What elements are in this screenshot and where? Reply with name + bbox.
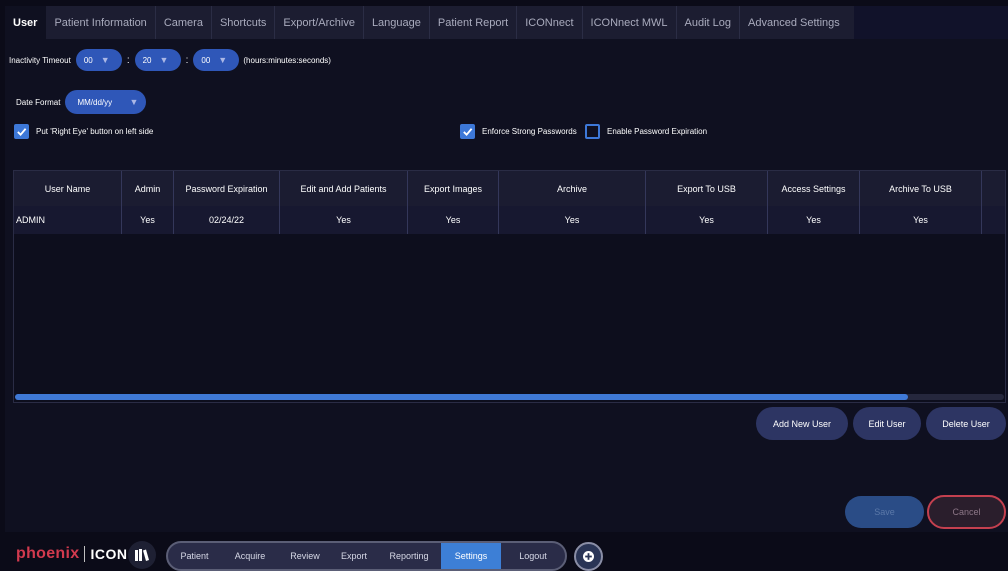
right-eye-option: Put 'Right Eye' button on left side (14, 124, 153, 139)
logo-divider (84, 546, 86, 562)
cell-filler (982, 206, 1005, 234)
password-expiration-option: Enable Password Expiration (585, 124, 707, 139)
book-icon[interactable] (128, 541, 156, 569)
tab-patient-information[interactable]: Patient Information (46, 6, 156, 39)
col-header-archive[interactable]: Archive (499, 171, 646, 206)
col-header-export-images[interactable]: Export Images (408, 171, 499, 206)
inactivity-hours-value: 00 (83, 55, 93, 65)
logo-product-text: ICON (90, 546, 128, 562)
tab-shortcuts[interactable]: Shortcuts (212, 6, 276, 39)
inactivity-minutes-select[interactable]: 20 ▼ (134, 49, 181, 71)
chevron-down-icon: ▼ (159, 55, 169, 65)
chevron-down-icon: ▼ (218, 55, 228, 65)
tab-camera[interactable]: Camera (156, 6, 212, 39)
settings-tab-bar: User Patient Information Camera Shortcut… (5, 6, 1008, 39)
cell-export-images[interactable]: Yes (408, 206, 499, 234)
nav-settings[interactable]: Settings (441, 543, 501, 569)
plus-circle-icon[interactable] (574, 542, 603, 571)
tab-iconnect-mwl[interactable]: ICONnect MWL (583, 6, 677, 39)
right-eye-checkbox[interactable] (14, 124, 29, 139)
tab-audit-log[interactable]: Audit Log (677, 6, 741, 39)
cell-access-settings[interactable]: Yes (768, 206, 860, 234)
col-header-filler (982, 171, 1005, 206)
tab-language[interactable]: Language (364, 6, 430, 39)
delete-user-button[interactable]: Delete User (926, 407, 1006, 440)
inactivity-seconds-value: 00 (201, 55, 211, 65)
tab-patient-report[interactable]: Patient Report (430, 6, 518, 39)
phoenix-icon-logo: phoenix ICON (16, 545, 127, 563)
time-separator: : (126, 54, 130, 66)
inactivity-timeout-row: Inactivity Timeout 00 ▼ : 20 ▼ : 00 ▼ (h… (9, 49, 331, 71)
inactivity-units-hint: (hours:minutes:seconds) (243, 55, 331, 65)
table-row[interactable]: ADMIN Yes 02/24/22 Yes Yes Yes Yes Yes Y… (14, 206, 1005, 234)
tab-advanced-settings[interactable]: Advanced Settings (740, 6, 848, 39)
col-header-export-to-usb[interactable]: Export To USB (646, 171, 768, 206)
strong-passwords-checkbox[interactable] (460, 124, 475, 139)
save-button[interactable]: Save (845, 496, 924, 528)
chevron-down-icon: ▼ (129, 97, 139, 107)
password-expiration-label: Enable Password Expiration (607, 127, 708, 136)
logo-brand-text: phoenix (16, 545, 80, 562)
check-icon (17, 128, 27, 137)
nav-export[interactable]: Export (331, 543, 377, 569)
book-icon-svg (135, 549, 149, 561)
date-format-label: Date Format (16, 97, 61, 107)
tab-iconnect[interactable]: ICONnect (517, 6, 583, 39)
chevron-down-icon: ▼ (100, 55, 110, 65)
col-header-admin[interactable]: Admin (122, 171, 174, 206)
tab-export-archive[interactable]: Export/Archive (275, 6, 364, 39)
col-header-password-expiration[interactable]: Password Expiration (174, 171, 280, 206)
col-header-access-settings[interactable]: Access Settings (768, 171, 860, 206)
col-header-edit-add-patients[interactable]: Edit and Add Patients (280, 171, 408, 206)
password-expiration-checkbox[interactable] (585, 124, 600, 139)
nav-reporting[interactable]: Reporting (377, 543, 441, 569)
add-new-user-button[interactable]: Add New User (756, 407, 848, 440)
plus-icon (583, 551, 594, 562)
users-table: User Name Admin Password Expiration Edit… (13, 170, 1006, 403)
cell-admin[interactable]: Yes (122, 206, 174, 234)
tab-bar-filler (853, 6, 1008, 39)
inactivity-timeout-label: Inactivity Timeout (9, 55, 71, 65)
nav-review[interactable]: Review (279, 543, 331, 569)
cell-archive-to-usb[interactable]: Yes (860, 206, 982, 234)
date-format-row: Date Format MM/dd/yy ▼ (16, 90, 147, 114)
nav-logout[interactable]: Logout (501, 543, 565, 569)
check-icon (463, 128, 473, 137)
cell-export-to-usb[interactable]: Yes (646, 206, 768, 234)
time-separator: : (185, 54, 189, 66)
nav-acquire[interactable]: Acquire (221, 543, 279, 569)
cell-password-expiration[interactable]: 02/24/22 (174, 206, 280, 234)
inactivity-minutes-value: 20 (142, 55, 152, 65)
scrollbar-thumb[interactable] (15, 394, 908, 400)
table-header: User Name Admin Password Expiration Edit… (14, 171, 1005, 206)
horizontal-scrollbar[interactable] (15, 394, 1004, 400)
main-navigation: Patient Acquire Review Export Reporting … (166, 541, 567, 571)
cell-edit-add-patients[interactable]: Yes (280, 206, 408, 234)
right-eye-label: Put 'Right Eye' button on left side (36, 127, 154, 136)
inactivity-seconds-select[interactable]: 00 ▼ (193, 49, 240, 71)
inactivity-hours-select[interactable]: 00 ▼ (75, 49, 122, 71)
tab-user[interactable]: User (5, 6, 47, 39)
cell-user-name[interactable]: ADMIN (14, 206, 122, 234)
col-header-user-name[interactable]: User Name (14, 171, 122, 206)
edit-user-button[interactable]: Edit User (853, 407, 921, 440)
nav-patient[interactable]: Patient (168, 543, 221, 569)
cancel-button[interactable]: Cancel (927, 495, 1006, 529)
strong-passwords-option: Enforce Strong Passwords (460, 124, 577, 139)
cell-archive[interactable]: Yes (499, 206, 646, 234)
date-format-value: MM/dd/yy (77, 97, 113, 107)
date-format-select[interactable]: MM/dd/yy ▼ (65, 90, 147, 114)
col-header-archive-to-usb[interactable]: Archive To USB (860, 171, 982, 206)
strong-passwords-label: Enforce Strong Passwords (482, 127, 577, 136)
